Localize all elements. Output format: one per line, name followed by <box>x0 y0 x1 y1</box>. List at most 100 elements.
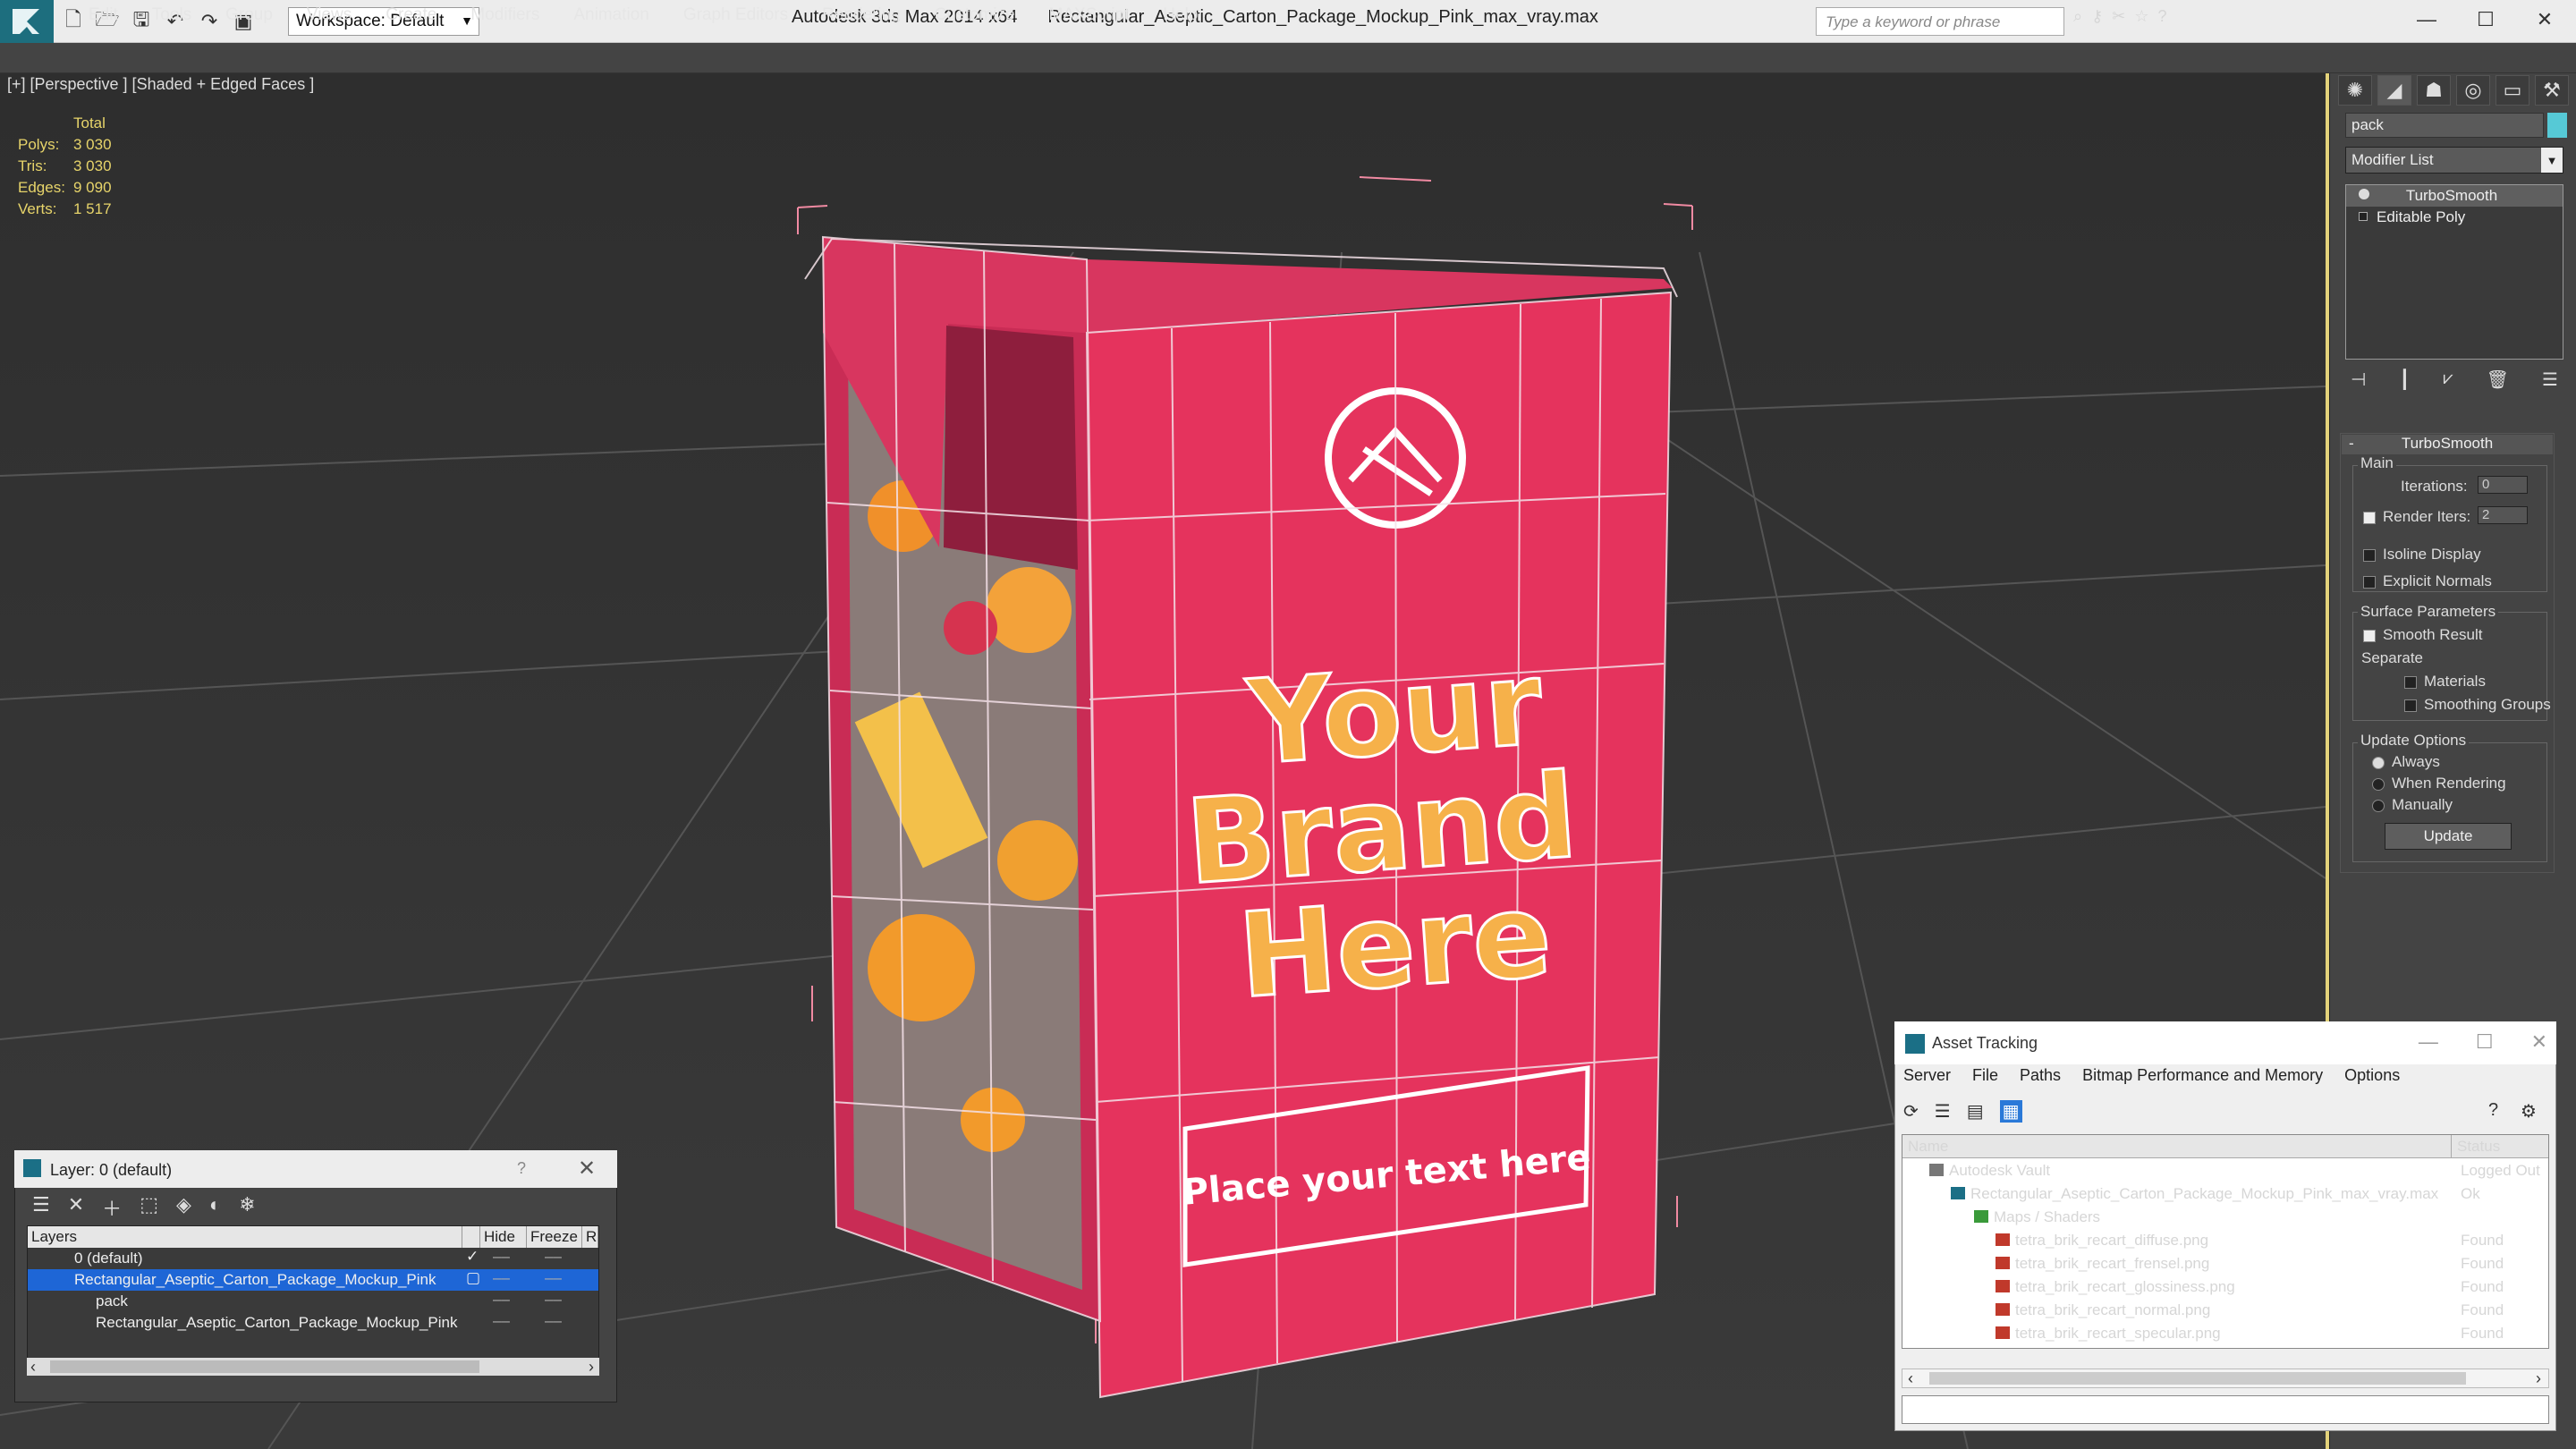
explicit-normals-checkbox[interactable] <box>2363 576 2376 589</box>
list-view-icon[interactable]: ☰ <box>1935 1100 1951 1123</box>
close-button[interactable]: ✕ <box>2531 1030 2547 1054</box>
hide-toggle[interactable]: –– <box>493 1269 510 1287</box>
update-button[interactable]: Update <box>2385 823 2512 850</box>
lightbulb-icon[interactable] <box>2359 189 2369 199</box>
column-name[interactable]: Name <box>1902 1135 2452 1157</box>
show-end-result-icon[interactable]: ┃ <box>2399 369 2410 391</box>
scrollbar-thumb[interactable] <box>1929 1372 2466 1385</box>
rollout-header[interactable]: - TurboSmooth <box>2342 435 2553 454</box>
column-hide[interactable]: Hide <box>480 1226 527 1248</box>
settings-icon[interactable]: ⚙ <box>2521 1100 2537 1123</box>
freeze-toggle[interactable]: –– <box>545 1291 562 1309</box>
isoline-checkbox[interactable] <box>2363 549 2376 562</box>
menu-server[interactable]: Server <box>1903 1066 1951 1085</box>
select-objects-icon[interactable]: ⬚ <box>140 1193 158 1222</box>
render-iters-checkbox[interactable] <box>2363 512 2376 524</box>
asset-row[interactable]: tetra_brik_recart_frensel.png Found <box>1902 1251 2548 1275</box>
freeze-toggle[interactable]: –– <box>545 1248 562 1266</box>
menu-rendering[interactable]: Rendering <box>805 5 918 25</box>
object-name-field[interactable]: pack <box>2345 113 2544 138</box>
column-status[interactable]: Status <box>2452 1135 2505 1157</box>
menu-file[interactable]: File <box>1972 1066 1998 1085</box>
create-layer-icon[interactable]: ☰ <box>32 1193 50 1222</box>
asset-tracking-titlebar[interactable]: Asset Tracking — ☐ ✕ <box>1894 1021 2556 1064</box>
close-icon[interactable]: ✕ <box>578 1156 596 1182</box>
maximize-button[interactable]: ☐ <box>2476 1030 2494 1054</box>
smoothing-groups-checkbox[interactable] <box>2404 699 2417 712</box>
materials-checkbox[interactable] <box>2404 676 2417 689</box>
menu-options[interactable]: Options <box>2344 1066 2400 1085</box>
scroll-left-icon[interactable]: ‹ <box>1908 1369 1913 1388</box>
remove-modifier-icon[interactable]: 🗑 <box>2487 369 2509 391</box>
menu-paths[interactable]: Paths <box>2020 1066 2061 1085</box>
maximize-button[interactable]: ☐ <box>2456 0 2515 39</box>
asset-row[interactable]: tetra_brik_recart_normal.png Found <box>1902 1298 2548 1321</box>
add-to-layer-icon[interactable]: ＋ <box>102 1193 122 1222</box>
current-layer-box-icon[interactable]: ▢ <box>466 1269 480 1287</box>
menu-edit[interactable]: Edit <box>72 5 135 25</box>
exchange-icon[interactable]: ✂ <box>2112 7 2125 26</box>
hide-toggle[interactable]: –– <box>493 1312 510 1330</box>
iterations-spinner[interactable]: 0 <box>2478 476 2528 494</box>
smooth-result-checkbox[interactable] <box>2363 630 2376 642</box>
scrollbar-thumb[interactable] <box>50 1360 479 1373</box>
close-button[interactable]: ✕ <box>2515 0 2574 39</box>
refresh-icon[interactable]: ⟳ <box>1903 1100 1919 1123</box>
column-render[interactable]: R <box>582 1226 598 1248</box>
menu-tools[interactable]: Tools <box>135 5 208 25</box>
menu-create[interactable]: Create <box>369 5 453 25</box>
menu-modifiers[interactable]: Modifiers <box>453 5 556 25</box>
motion-tab-icon[interactable]: ◎ <box>2456 75 2490 106</box>
hierarchy-tab-icon[interactable]: ☗ <box>2417 75 2451 106</box>
manually-radio[interactable] <box>2372 800 2385 812</box>
modifier-list-dropdown[interactable]: Modifier List ▼ <box>2345 147 2563 174</box>
menu-bitmap-performance[interactable]: Bitmap Performance and Memory <box>2082 1066 2323 1085</box>
asset-row[interactable]: Autodesk Vault Logged Out <box>1902 1158 2548 1182</box>
menu-group[interactable]: Group <box>208 5 290 25</box>
object-color-swatch[interactable] <box>2547 113 2567 138</box>
layer-dialog-titlebar[interactable]: Layer: 0 (default) ? ✕ <box>14 1150 617 1188</box>
freeze-all-icon[interactable]: ❄ <box>239 1193 255 1222</box>
hide-toggle[interactable]: –– <box>493 1291 510 1309</box>
asset-row[interactable]: tetra_brik_recart_glossiness.png Found <box>1902 1275 2548 1298</box>
viewport-label[interactable]: [+] [Perspective ] [Shaded + Edged Faces… <box>7 75 314 94</box>
menu-maxscript[interactable]: MAXScript <box>1032 5 1147 25</box>
column-layers[interactable]: Layers <box>28 1226 462 1248</box>
highlight-layers-icon[interactable]: ◈ <box>176 1193 191 1222</box>
binoculars-icon[interactable]: ⌕ <box>2073 7 2082 26</box>
hide-all-icon[interactable]: ◐ <box>209 1193 221 1222</box>
minimize-button[interactable]: — <box>2397 0 2456 39</box>
menu-graph-editors[interactable]: Graph Editors <box>666 5 805 25</box>
make-unique-icon[interactable]: ⩗ <box>2443 369 2453 391</box>
delete-layer-icon[interactable]: ✕ <box>68 1193 84 1222</box>
freeze-toggle[interactable]: –– <box>545 1269 562 1287</box>
asset-horizontal-scrollbar[interactable]: ‹ › <box>1902 1368 2549 1388</box>
freeze-toggle[interactable]: –– <box>545 1312 562 1330</box>
asset-row[interactable]: tetra_brik_recart_specular.png Found <box>1902 1321 2548 1344</box>
layer-row[interactable]: pack –– –– <box>28 1291 598 1312</box>
layer-horizontal-scrollbar[interactable]: ‹ › <box>27 1358 599 1376</box>
help-icon[interactable]: ? <box>2488 1100 2498 1121</box>
table-view-icon[interactable]: ▦ <box>1999 1100 2022 1123</box>
stack-item-turbosmooth[interactable]: TurboSmooth <box>2346 185 2563 207</box>
menu-help[interactable]: Help <box>1146 5 1215 25</box>
modify-tab-icon[interactable]: ◢ <box>2377 75 2411 106</box>
hide-toggle[interactable]: –– <box>493 1248 510 1266</box>
create-tab-icon[interactable]: ✺ <box>2338 75 2372 106</box>
pin-stack-icon[interactable]: ⊣ <box>2351 369 2366 391</box>
utilities-tab-icon[interactable]: ⚒ <box>2535 75 2569 106</box>
key-icon[interactable]: ⚷ <box>2091 7 2103 26</box>
asset-row[interactable]: Maps / Shaders <box>1902 1205 2548 1228</box>
app-logo-button[interactable] <box>0 0 54 43</box>
layer-row[interactable]: 0 (default) ✓ –– –– <box>28 1248 598 1269</box>
when-rendering-radio[interactable] <box>2372 778 2385 791</box>
help-icon[interactable]: ? <box>2158 7 2167 26</box>
asset-row[interactable]: tetra_brik_recart_diffuse.png Found <box>1902 1228 2548 1251</box>
thumbnail-view-icon[interactable]: ▤ <box>1967 1100 1984 1123</box>
display-tab-icon[interactable]: ▭ <box>2496 75 2529 106</box>
scroll-left-icon[interactable]: ‹ <box>30 1358 36 1377</box>
always-radio[interactable] <box>2372 757 2385 769</box>
search-input[interactable]: Type a keyword or phrase <box>1816 7 2064 36</box>
render-iters-spinner[interactable]: 2 <box>2478 506 2528 524</box>
scroll-right-icon[interactable]: › <box>589 1358 594 1377</box>
